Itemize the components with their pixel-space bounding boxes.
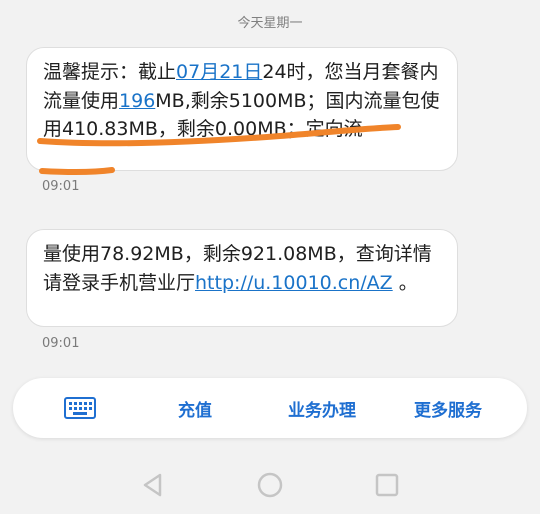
system-nav-bar bbox=[0, 456, 540, 514]
message-text: 温馨提示：截止 bbox=[43, 61, 177, 83]
home-icon[interactable] bbox=[255, 470, 285, 500]
date-link[interactable]: 07月21日 bbox=[176, 61, 262, 83]
message-time: 09:01 bbox=[42, 336, 80, 351]
url-link[interactable]: http://u.10010.cn/AZ bbox=[195, 272, 393, 294]
message-bubble[interactable]: 温馨提示：截止07月21日24时，您当月套餐内流量使用196MB,剩余5100M… bbox=[26, 47, 458, 171]
recharge-button[interactable]: 充值 bbox=[147, 378, 243, 438]
keyboard-icon bbox=[64, 397, 96, 419]
date-header: 今天星期一 bbox=[237, 16, 303, 31]
business-handling-button[interactable]: 业务办理 bbox=[259, 378, 385, 438]
message-time: 09:01 bbox=[42, 179, 80, 194]
back-icon[interactable] bbox=[138, 470, 168, 500]
message-text: 。 bbox=[392, 271, 418, 294]
recent-apps-icon[interactable] bbox=[372, 470, 402, 500]
usage-link[interactable]: 196 bbox=[119, 90, 155, 112]
keyboard-button[interactable] bbox=[57, 378, 103, 438]
message-bubble[interactable]: 量使用78.92MB，剩余921.08MB，查询详情请登录手机营业厅http:/… bbox=[26, 229, 458, 327]
action-bar: 充值 业务办理 更多服务 bbox=[13, 378, 527, 438]
more-services-button[interactable]: 更多服务 bbox=[387, 378, 509, 438]
